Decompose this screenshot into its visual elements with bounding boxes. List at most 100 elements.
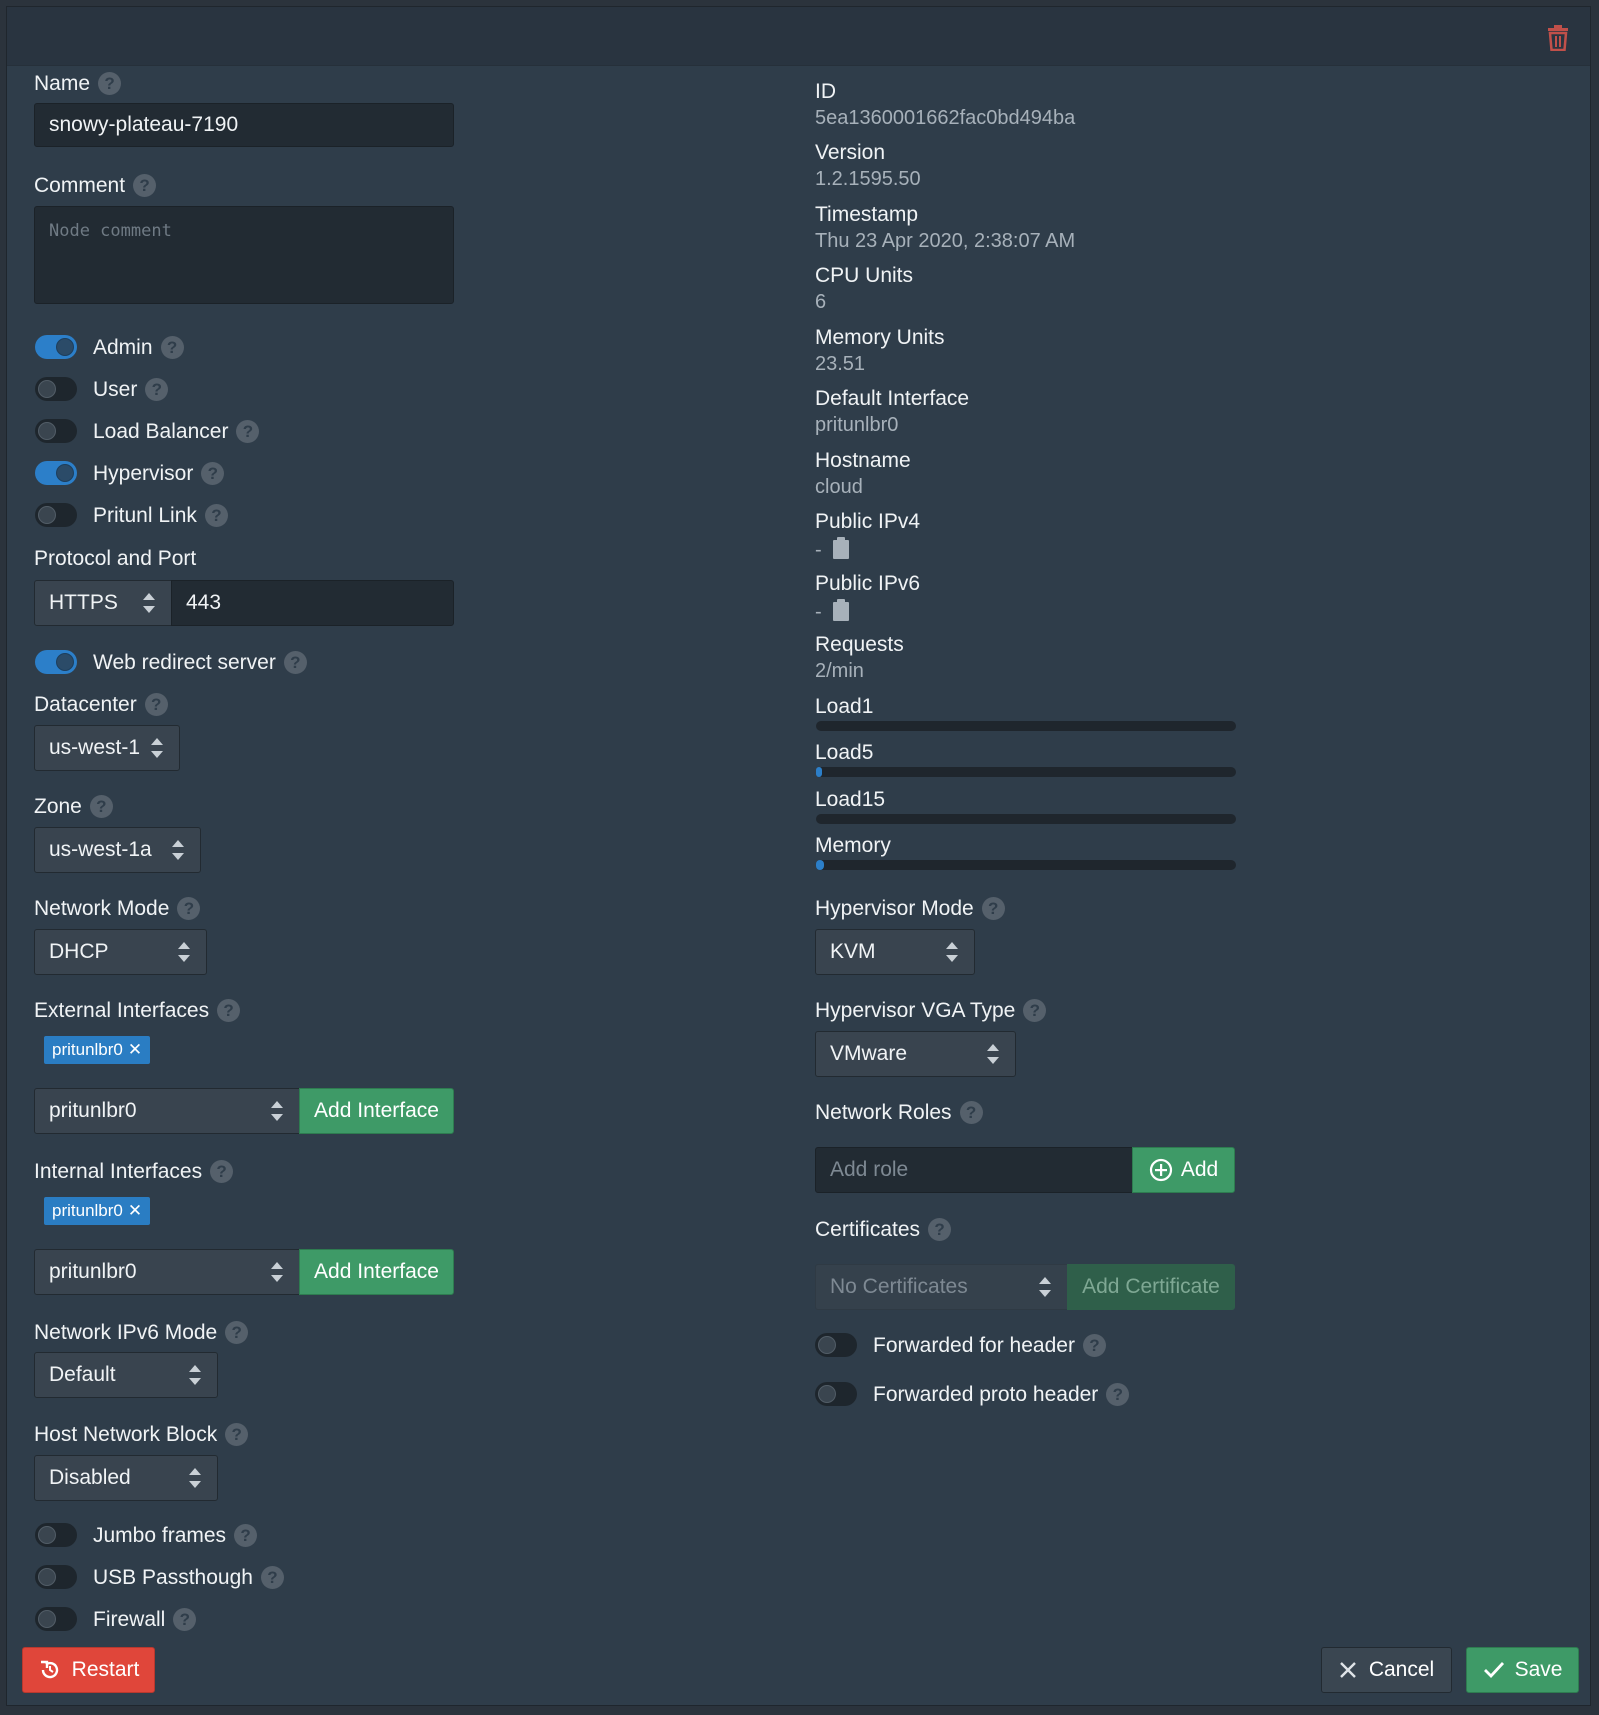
help-icon[interactable]: ? [144,693,168,716]
help-icon[interactable]: ? [225,1423,249,1446]
hypervisor-mode-select[interactable]: KVM [815,929,975,975]
web-redirect-label: Web redirect server? [93,651,307,675]
external-interfaces-label: External Interfaces? [34,999,241,1023]
help-icon[interactable]: ? [204,504,228,527]
select-arrows-icon [151,738,163,758]
select-arrows-icon [143,593,155,613]
help-icon[interactable]: ? [177,897,201,920]
internal-interface-select[interactable]: pritunlbr0 [34,1249,300,1295]
protocol-select[interactable]: HTTPS [34,580,172,626]
remove-tag-icon[interactable]: ✕ [128,1201,142,1220]
id-value: 5ea1360001662fac0bd494ba [815,107,1076,129]
trash-icon[interactable] [1546,25,1570,51]
help-icon[interactable]: ? [1082,1334,1106,1357]
zone-label: Zone? [34,795,113,819]
help-icon[interactable]: ? [217,999,241,1022]
load-balancer-label: Load Balancer? [93,420,260,444]
web-redirect-toggle[interactable] [35,650,77,674]
vga-type-select[interactable]: VMware [815,1031,1016,1077]
memory-bar [816,860,1236,870]
hostname-value: cloud [815,476,863,498]
help-icon[interactable]: ? [160,336,184,359]
load5-label: Load5 [815,741,874,764]
help-icon[interactable]: ? [1106,1383,1130,1406]
help-icon[interactable]: ? [210,1160,234,1183]
user-toggle[interactable] [35,377,77,401]
close-icon [1339,1662,1356,1678]
version-label: Version [815,141,886,164]
select-arrows-icon [1039,1277,1051,1297]
forwarded-proto-toggle[interactable] [815,1382,857,1406]
load1-label: Load1 [815,695,874,718]
host-network-block-label: Host Network Block? [34,1423,249,1447]
help-icon[interactable]: ? [981,897,1005,920]
internal-interface-tag: pritunlbr0 ✕ [44,1197,151,1225]
vga-type-label: Hypervisor VGA Type? [815,999,1047,1023]
add-certificate-button[interactable]: Add Certificate [1067,1264,1235,1310]
help-icon[interactable]: ? [234,1524,258,1547]
help-icon[interactable]: ? [133,174,157,197]
memory-units-value: 23.51 [815,353,866,375]
jumbo-frames-toggle[interactable] [35,1523,77,1547]
add-internal-interface-button[interactable]: Add Interface [299,1249,454,1295]
external-interface-select[interactable]: pritunlbr0 [34,1088,300,1134]
clipboard-icon[interactable] [833,599,850,621]
help-icon[interactable]: ? [260,1566,284,1589]
save-button[interactable]: Save [1466,1647,1579,1693]
help-icon[interactable]: ? [98,72,122,95]
help-icon[interactable]: ? [236,420,260,443]
port-input[interactable]: 443 [171,580,454,626]
load5-bar [816,767,1236,777]
help-icon[interactable]: ? [89,795,113,818]
help-icon[interactable]: ? [959,1101,983,1124]
select-arrows-icon [189,1468,201,1488]
public-ipv4-label: Public IPv4 [815,510,921,533]
forwarded-proto-label: Forwarded proto header? [873,1383,1130,1407]
jumbo-frames-label: Jumbo frames? [93,1524,258,1548]
name-input[interactable]: snowy-plateau-7190 [34,103,454,147]
load-balancer-toggle[interactable] [35,419,77,443]
public-ipv6-value: - [815,599,850,624]
select-arrows-icon [271,1262,283,1282]
help-icon[interactable]: ? [283,651,307,674]
help-icon[interactable]: ? [1023,999,1047,1022]
add-role-button[interactable]: Add [1132,1147,1235,1193]
requests-label: Requests [815,633,904,656]
cancel-button[interactable]: Cancel [1321,1647,1452,1693]
usb-passthrough-toggle[interactable] [35,1565,77,1589]
remove-tag-icon[interactable]: ✕ [128,1040,142,1059]
forwarded-for-toggle[interactable] [815,1333,857,1357]
timestamp-value: Thu 23 Apr 2020, 2:38:07 AM [815,230,1076,252]
firewall-toggle[interactable] [35,1607,77,1631]
add-external-interface-button[interactable]: Add Interface [299,1088,454,1134]
node-settings-panel: Name? snowy-plateau-7190 Comment? Node c… [6,6,1591,1706]
datacenter-select[interactable]: us-west-1 [34,725,180,771]
help-icon[interactable]: ? [145,378,169,401]
help-icon[interactable]: ? [225,1321,249,1344]
select-arrows-icon [172,840,184,860]
restart-button[interactable]: Restart [22,1647,155,1693]
network-mode-select[interactable]: DHCP [34,929,207,975]
hypervisor-toggle[interactable] [35,461,77,485]
cpu-units-label: CPU Units [815,264,914,287]
admin-toggle[interactable] [35,335,77,359]
hypervisor-label: Hypervisor? [93,462,225,486]
plus-circle-icon [1149,1158,1172,1182]
load15-bar [816,814,1236,824]
protocol-port-label: Protocol and Port [34,547,197,570]
help-icon[interactable]: ? [928,1218,952,1241]
pritunl-link-toggle[interactable] [35,503,77,527]
help-icon[interactable]: ? [201,462,225,485]
zone-select[interactable]: us-west-1a [34,827,201,873]
add-role-input[interactable]: Add role [815,1147,1133,1193]
load1-bar [816,721,1236,731]
help-icon[interactable]: ? [173,1608,197,1631]
select-arrows-icon [271,1101,283,1121]
host-network-block-select[interactable]: Disabled [34,1455,218,1501]
certificates-select[interactable]: No Certificates [815,1264,1068,1310]
name-label: Name? [34,72,122,96]
version-value: 1.2.1595.50 [815,168,921,190]
ipv6-mode-select[interactable]: Default [34,1352,218,1398]
clipboard-icon[interactable] [833,537,850,559]
comment-textarea[interactable]: Node comment [34,206,454,304]
